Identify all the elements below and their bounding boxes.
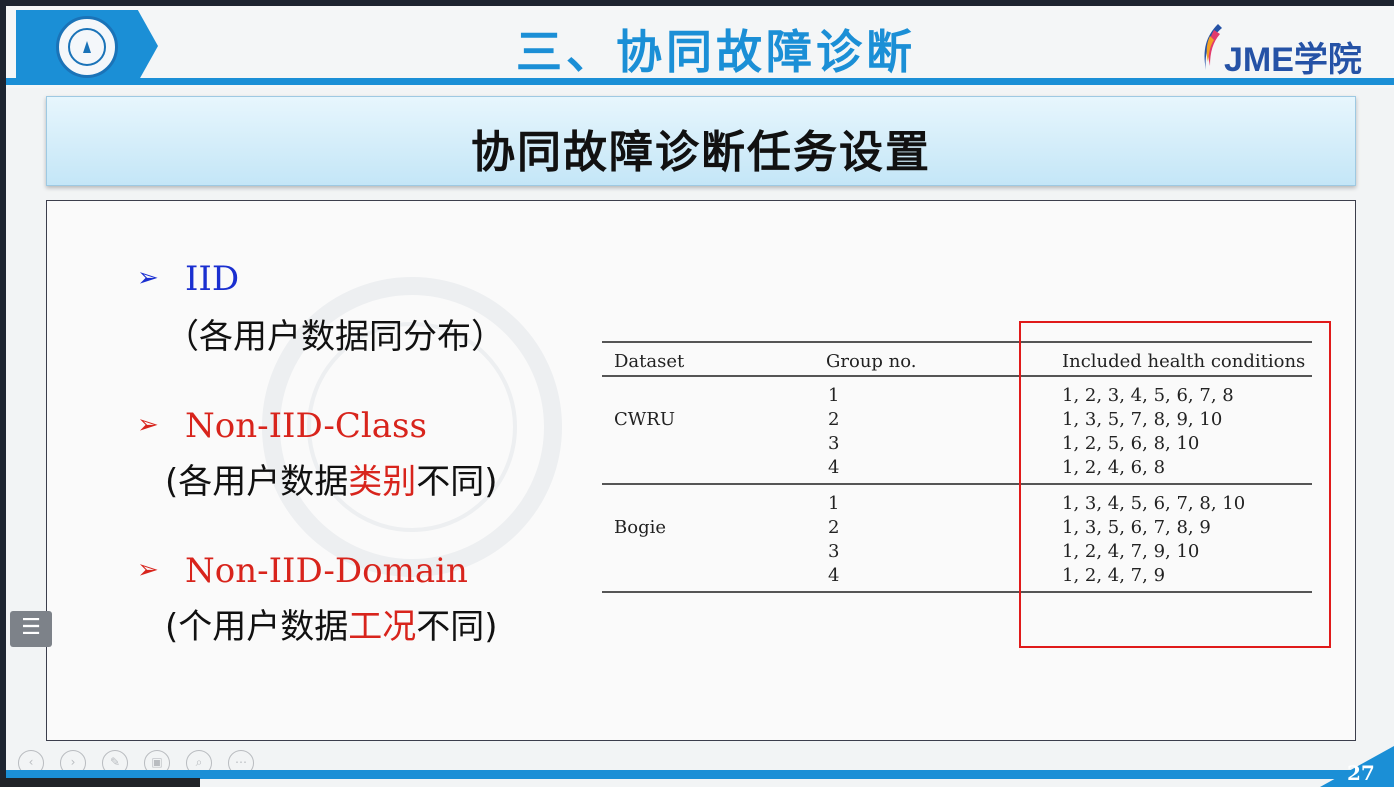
- desc-highlight: 类别: [348, 462, 417, 502]
- bullet-arrow-icon: ➢: [137, 263, 159, 293]
- table-row: 3: [828, 541, 840, 562]
- taskbar-fragment: [0, 778, 200, 787]
- desc-text-end: 不同): [416, 462, 498, 502]
- desc-text: （各用户数据同分布）: [165, 317, 505, 357]
- bullet-desc-iid: （各用户数据同分布）: [165, 309, 505, 358]
- bullet-arrow-icon: ➢: [137, 555, 159, 585]
- header-underline: [6, 78, 1394, 85]
- highlight-frame: [1019, 321, 1331, 648]
- table-header-group: Group no.: [826, 351, 917, 372]
- bullet-label: Non-IID-Domain: [185, 551, 468, 591]
- desc-text-end: 不同): [416, 607, 498, 647]
- desc-text: (各用户数据: [165, 462, 349, 502]
- table-row: 1: [828, 385, 840, 406]
- bullet-label: IID: [185, 259, 240, 299]
- subtitle-banner: 协同故障诊断任务设置: [46, 96, 1356, 186]
- header-logo-block: [16, 10, 46, 82]
- table-header-dataset: Dataset: [614, 351, 685, 372]
- bullet-iid: ➢ IID: [137, 259, 239, 299]
- desc-text: (个用户数据: [165, 607, 349, 647]
- table-row: 2: [828, 517, 840, 538]
- emblem-ring: [68, 28, 106, 66]
- content-panel: ➢ IID （各用户数据同分布） ➢ Non-IID-Class (各用户数据类别不…: [46, 200, 1356, 741]
- table-of-contents-icon[interactable]: ☰: [10, 611, 52, 647]
- bullet-non-iid-class: ➢ Non-IID-Class: [137, 406, 427, 446]
- table-row: 4: [828, 565, 840, 586]
- bullet-arrow-icon: ➢: [137, 410, 159, 440]
- page-number: 27: [1347, 761, 1375, 785]
- table-row: 4: [828, 457, 840, 478]
- bullet-label: Non-IID-Class: [185, 406, 427, 446]
- bullet-desc-non-iid-domain: (个用户数据工况不同): [165, 599, 498, 648]
- table-row: 2: [828, 409, 840, 430]
- university-emblem-icon: [56, 16, 118, 78]
- bullet-non-iid-domain: ➢ Non-IID-Domain: [137, 551, 468, 591]
- slide: 三、协同故障诊断 JME学院 协同故障诊断任务设置 ➢ IID （各用户数据同分布…: [6, 6, 1394, 787]
- slide-bottom-bar: [6, 770, 1394, 779]
- jme-logo-icon: [1204, 24, 1222, 70]
- table-dataset-bogie: Bogie: [614, 517, 666, 538]
- desc-highlight: 工况: [348, 607, 417, 647]
- table-dataset-cwru: CWRU: [614, 409, 675, 430]
- slide-header: 三、协同故障诊断 JME学院: [6, 6, 1394, 88]
- table-row: 3: [828, 433, 840, 454]
- brand-text: JME学院: [1224, 41, 1362, 79]
- subtitle-text: 协同故障诊断任务设置: [471, 127, 931, 178]
- slide-title: 三、协同故障诊断: [516, 25, 916, 79]
- emblem-core: [83, 41, 91, 53]
- table-row: 1: [828, 493, 840, 514]
- bullet-desc-non-iid-class: (各用户数据类别不同): [165, 454, 498, 503]
